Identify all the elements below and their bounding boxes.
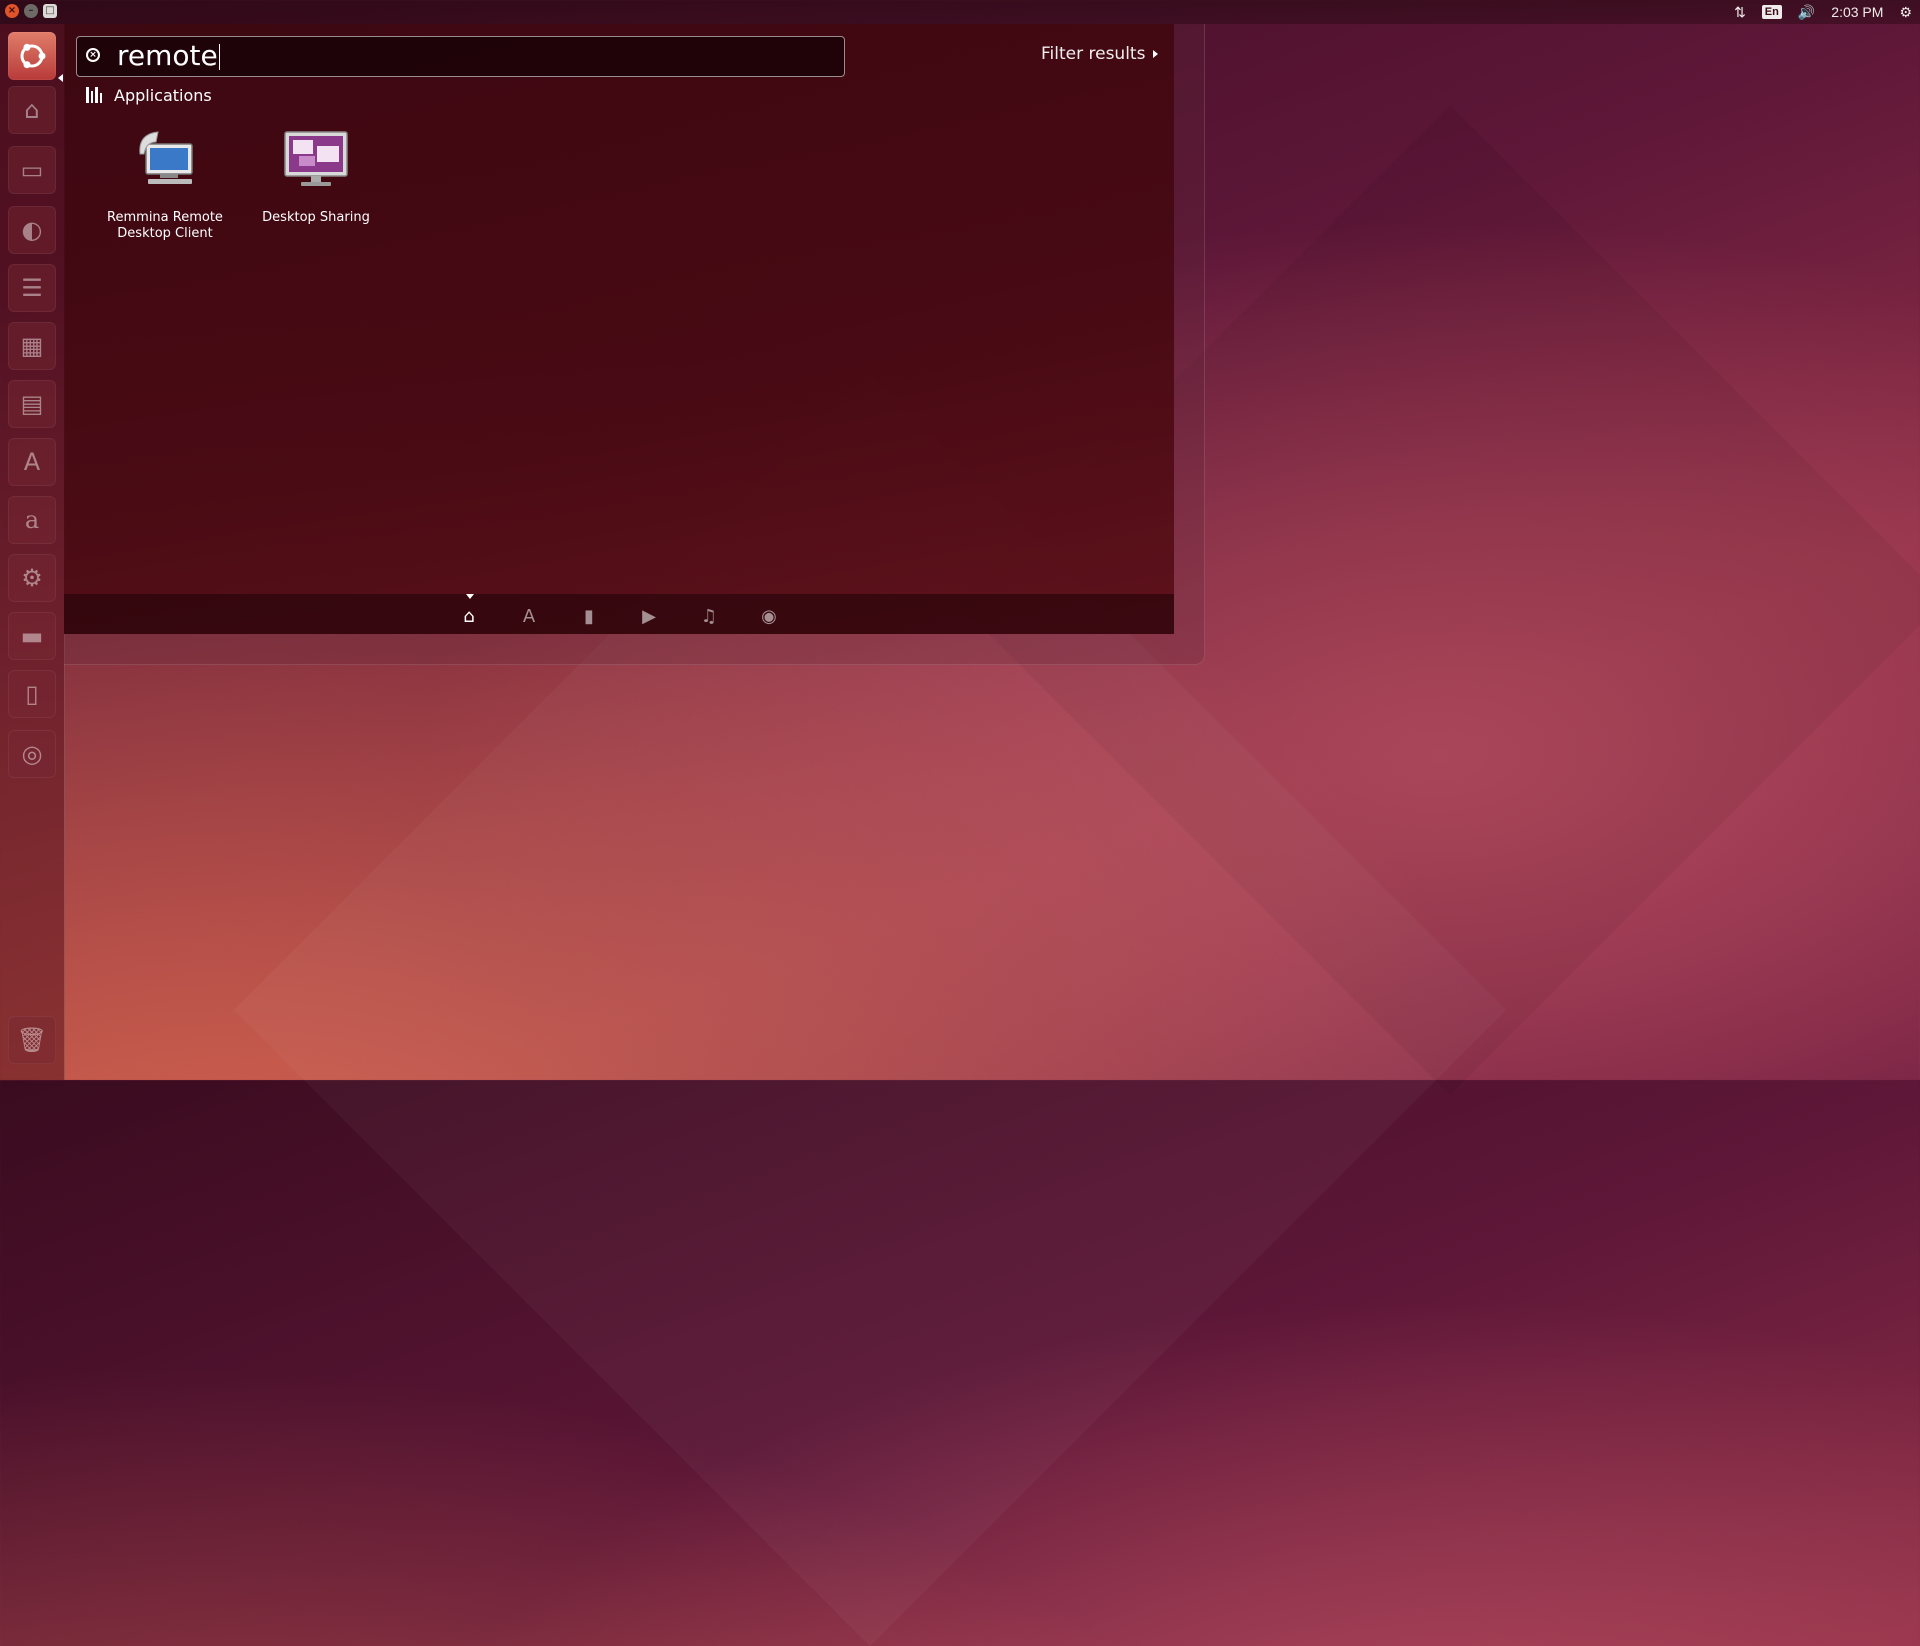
lens-home[interactable]: ⌂ <box>455 604 483 628</box>
lens-applications[interactable]: A <box>515 604 543 628</box>
category-header[interactable]: Applications <box>86 84 212 106</box>
search-input[interactable]: remote <box>117 39 220 73</box>
drive-icon: ▬ <box>20 622 44 650</box>
launcher-item-trash[interactable]: 🗑 <box>8 1016 56 1064</box>
result-label: Desktop Sharing <box>262 210 370 225</box>
lens-bar <box>64 594 1174 634</box>
launcher-item-impress[interactable]: ▤ <box>8 380 56 428</box>
launcher-item-disk[interactable]: ▬ <box>8 612 56 660</box>
network-icon[interactable]: ⇅ <box>1734 4 1746 21</box>
music-icon: ♫ <box>700 605 718 627</box>
top-panel: × – □ ⇅ En 🔊 2:03 PM ⚙ <box>0 0 1920 24</box>
launcher-dash-home-button[interactable] <box>8 32 56 80</box>
software-center-icon: A <box>23 448 41 476</box>
clear-search-icon[interactable]: × <box>86 48 100 62</box>
amazon-icon: a <box>24 506 40 534</box>
session-gear-icon[interactable]: ⚙ <box>1899 4 1912 21</box>
lens-files[interactable]: ▮ <box>575 604 603 628</box>
remote-desktop-icon <box>130 124 200 194</box>
home-folder-icon: ⌂ <box>24 96 40 124</box>
launcher-active-arrow <box>58 74 63 82</box>
lens-music[interactable]: ♫ <box>695 604 723 628</box>
file-icon: ▮ <box>584 605 594 627</box>
lens-video[interactable]: ▶ <box>635 604 663 628</box>
launcher-item-software-center[interactable]: A <box>8 438 56 486</box>
launcher-item-files[interactable]: ⌂ <box>8 86 56 134</box>
launcher-item-usb[interactable]: ▯ <box>8 670 56 718</box>
applications-category-icon <box>86 87 102 103</box>
window-minimize-button[interactable]: – <box>24 4 38 18</box>
dash-panel <box>64 24 1174 634</box>
filter-results-button[interactable]: Filter results <box>1041 44 1159 64</box>
triangle-right-icon <box>1153 50 1159 58</box>
home-icon: ⌂ <box>463 605 475 627</box>
presentation-icon: ▤ <box>20 390 44 418</box>
launcher-item-system-settings[interactable]: ⚙ <box>8 554 56 602</box>
launcher-item-dvd[interactable]: ◎ <box>8 730 56 778</box>
applications-icon: A <box>522 605 536 627</box>
usb-icon: ▯ <box>25 680 39 708</box>
drawer-icon: ▭ <box>20 156 44 184</box>
result-label: Remmina Remote Desktop Client <box>107 210 223 241</box>
launcher-item-calc[interactable]: ▦ <box>8 322 56 370</box>
ubuntu-logo-icon <box>20 43 46 69</box>
lens-photos[interactable]: ◉ <box>755 604 783 628</box>
window-maximize-button[interactable]: □ <box>43 4 57 18</box>
launcher-item-amazon[interactable]: a <box>8 496 56 544</box>
launcher-item-file-manager[interactable]: ▭ <box>8 146 56 194</box>
launcher-item-firefox[interactable]: ◐ <box>8 206 56 254</box>
category-label: Applications <box>114 85 212 105</box>
filter-results-label: Filter results <box>1041 44 1146 64</box>
video-icon: ▶ <box>642 605 656 627</box>
active-lens-indicator <box>466 594 474 599</box>
desktop-sharing-icon <box>281 124 351 194</box>
window-close-button[interactable]: × <box>5 4 19 18</box>
result-remmina[interactable]: Remmina Remote Desktop Client <box>90 124 240 242</box>
camera-icon: ◉ <box>761 605 777 627</box>
dash-search-box[interactable]: × remote <box>76 36 845 77</box>
trash-icon: 🗑 <box>16 1026 48 1054</box>
dvd-icon: ◎ <box>21 740 43 768</box>
volume-icon[interactable]: 🔊 <box>1798 4 1815 21</box>
keyboard-layout-indicator[interactable]: En <box>1761 5 1782 19</box>
result-desktop-sharing[interactable]: Desktop Sharing <box>241 124 391 226</box>
launcher: ⌂ ▭ ◐ ☰ ▦ ▤ A a ⚙ ▬ ▯ ◎ 🗑 <box>0 24 65 1080</box>
clock[interactable]: 2:03 PM <box>1831 4 1883 20</box>
indicator-area: ⇅ En 🔊 2:03 PM ⚙ <box>1726 0 1920 24</box>
settings-icon: ⚙ <box>21 564 43 592</box>
launcher-item-writer[interactable]: ☰ <box>8 264 56 312</box>
browser-icon: ◐ <box>21 216 43 244</box>
document-icon: ☰ <box>21 274 43 302</box>
spreadsheet-icon: ▦ <box>20 332 44 360</box>
